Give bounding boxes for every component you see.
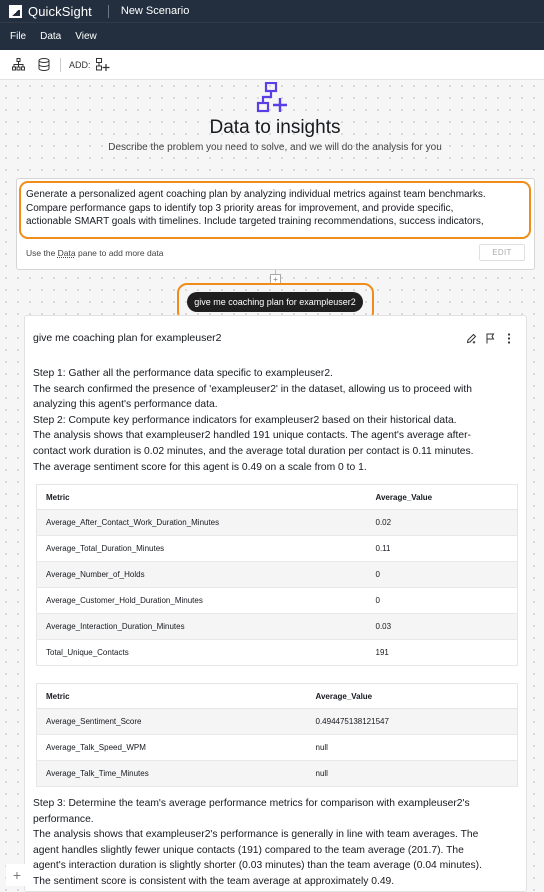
quicksight-logo-icon[interactable]: [9, 4, 22, 18]
table-row: Average_Talk_Speed_WPM null: [36, 734, 518, 761]
hint-suffix: pane to add more data: [75, 248, 164, 258]
table-row: Average_Sentiment_Score 0.494475138121547: [36, 708, 518, 735]
column-header-metric[interactable]: Metric: [36, 683, 307, 709]
value-cell: 0.03: [366, 613, 518, 640]
add-visual-icon[interactable]: [95, 57, 111, 73]
toolbar-divider: [60, 57, 61, 72]
menu-file[interactable]: File: [10, 31, 26, 42]
answer-line: The average sentiment score for this age…: [33, 461, 367, 473]
database-icon[interactable]: [36, 57, 52, 73]
value-cell: 0.494475138121547: [306, 708, 518, 735]
metric-cell: Average_After_Contact_Work_Duration_Minu…: [36, 509, 367, 536]
answer-line: The search confirmed the presence of 'ex…: [33, 383, 472, 395]
column-header-metric[interactable]: Metric: [36, 484, 367, 510]
hero-title: Data to insights: [209, 117, 341, 138]
answer-line: agent handles slightly fewer unique cont…: [33, 844, 464, 856]
metric-cell: Average_Interaction_Duration_Minutes: [36, 613, 367, 640]
top-bar: QuickSight New Scenario: [0, 0, 544, 22]
prompt-line: Compare performance gaps to identify top…: [26, 202, 454, 214]
value-cell: null: [306, 760, 518, 787]
value-cell: 0.02: [366, 509, 518, 536]
app-name: QuickSight: [28, 3, 92, 19]
more-options-icon[interactable]: [503, 332, 515, 344]
title-divider: [107, 4, 109, 18]
flag-icon[interactable]: [484, 332, 496, 344]
hero-subtitle: Describe the problem you need to solve, …: [108, 142, 442, 153]
edit-pencil-icon[interactable]: [465, 332, 477, 344]
metric-cell: Average_Talk_Speed_WPM: [36, 734, 307, 761]
metrics-table-1: Metric Average_Value Average_After_Conta…: [36, 484, 518, 666]
answer-line: Step 1: Gather all the performance data …: [33, 368, 333, 379]
answer-line: Step 3: Determine the team's average per…: [33, 798, 470, 809]
table-header-row: Metric Average_Value: [36, 484, 518, 510]
metric-cell: Average_Number_of_Holds: [36, 561, 367, 588]
answer-line: The analysis shows that exampleuser2 han…: [33, 430, 471, 442]
value-cell: null: [306, 734, 518, 761]
answer-line: The sentiment score is consistent with t…: [33, 875, 395, 887]
hierarchy-icon[interactable]: [10, 57, 26, 73]
metrics-table-2: Metric Average_Value Average_Sentiment_S…: [36, 683, 518, 787]
table-row: Average_Number_of_Holds 0: [36, 561, 518, 588]
toolbar: ADD:: [0, 50, 544, 80]
metric-cell: Total_Unique_Contacts: [36, 639, 367, 666]
table-row: Average_Interaction_Duration_Minutes 0.03: [36, 613, 518, 640]
value-cell: 0: [366, 587, 518, 614]
hint-prefix: Use the: [26, 248, 58, 258]
value-cell: 191: [366, 639, 518, 666]
table-row: Average_Total_Duration_Minutes 0.11: [36, 535, 518, 562]
metric-cell: Average_Sentiment_Score: [36, 708, 307, 735]
query-pill[interactable]: give me coaching plan for exampleuser2: [187, 292, 363, 312]
table-row: Total_Unique_Contacts 191: [36, 639, 518, 666]
answer-paragraph-2: Step 3: Determine the team's average per…: [33, 796, 523, 890]
edit-button[interactable]: EDIT: [479, 244, 525, 261]
answer-line: analyzing this agent's performance data.: [33, 399, 218, 411]
prompt-text[interactable]: Generate a personalized agent coaching p…: [26, 188, 526, 229]
table-row: Average_Talk_Time_Minutes null: [36, 760, 518, 787]
column-header-average-value[interactable]: Average_Value: [306, 683, 518, 709]
scenario-title[interactable]: New Scenario: [121, 5, 189, 17]
answer-actions: [465, 332, 522, 344]
prompt-line: Generate a personalized agent coaching p…: [26, 189, 486, 200]
metric-cell: Average_Customer_Hold_Duration_Minutes: [36, 587, 367, 614]
answer-line: performance.: [33, 813, 94, 825]
menu-bar: File Data View: [0, 22, 544, 50]
add-block-icon[interactable]: +: [6, 864, 28, 886]
menu-view[interactable]: View: [75, 31, 97, 42]
table-row: Average_Customer_Hold_Duration_Minutes 0: [36, 587, 518, 614]
prompt-line: actionable SMART goals with timelines. I…: [26, 216, 484, 227]
column-header-average-value[interactable]: Average_Value: [366, 484, 518, 510]
prompt-hint: Use the Data pane to add more data: [26, 248, 164, 258]
answer-line: agent's interaction duration is slightly…: [33, 860, 482, 872]
value-cell: 0.11: [366, 535, 518, 562]
answer-line: The analysis shows that exampleuser2's p…: [33, 829, 479, 841]
answer-line: contact work duration is 0.02 minutes, a…: [33, 445, 474, 457]
table-row: Average_After_Contact_Work_Duration_Minu…: [36, 509, 518, 536]
metric-cell: Average_Talk_Time_Minutes: [36, 760, 307, 787]
table-header-row: Metric Average_Value: [36, 683, 518, 709]
data-to-insights-icon: [255, 81, 289, 114]
answer-line: Step 2: Compute key performance indicato…: [33, 414, 457, 426]
answer-title: give me coaching plan for exampleuser2: [33, 332, 222, 344]
menu-data[interactable]: Data: [40, 31, 61, 42]
answer-paragraph-1: Step 1: Gather all the performance data …: [33, 366, 523, 475]
value-cell: 0: [366, 561, 518, 588]
data-pane-link[interactable]: Data: [58, 248, 76, 258]
metric-cell: Average_Total_Duration_Minutes: [36, 535, 367, 562]
add-label: ADD:: [69, 59, 91, 70]
